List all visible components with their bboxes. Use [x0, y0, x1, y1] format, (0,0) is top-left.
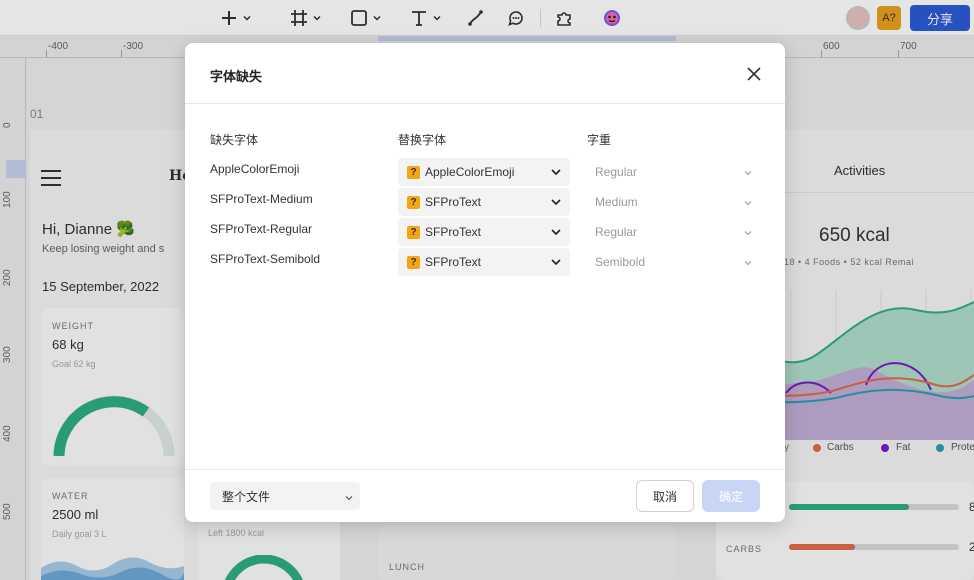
chevron-down-icon [550, 196, 562, 211]
replacement-font-select[interactable]: ? SFProText [398, 218, 570, 246]
font-weight-select[interactable]: Semibold [587, 248, 759, 276]
replacement-font-select[interactable]: ? AppleColorEmoji [398, 158, 570, 186]
chevron-down-icon [344, 492, 354, 506]
missing-font-name: SFProText-Semibold [210, 252, 321, 266]
replacement-font-select[interactable]: ? SFProText [398, 248, 570, 276]
replacement-font-value: SFProText [425, 255, 482, 269]
dialog-title: 字体缺失 [210, 70, 263, 85]
column-header-weight: 字重 [587, 133, 612, 147]
font-weight-value: Regular [595, 165, 638, 179]
chevron-down-icon [743, 167, 753, 181]
scope-select[interactable]: 整个文件 [210, 482, 360, 510]
missing-font-warning-icon: ? [407, 195, 420, 209]
missing-fonts-dialog: 字体缺失 缺失字体 替换字体 字重 AppleColorEmoji ? Appl… [185, 43, 785, 522]
header-divider [185, 103, 785, 104]
missing-font-warning-icon: ? [407, 225, 420, 239]
chevron-down-icon [550, 256, 562, 271]
font-weight-select[interactable]: Regular [587, 158, 759, 186]
column-header-missing: 缺失字体 [210, 133, 259, 147]
chevron-down-icon [743, 227, 753, 241]
replacement-font-value: SFProText [425, 195, 482, 209]
replacement-font-value: SFProText [425, 225, 482, 239]
chevron-down-icon [550, 166, 562, 181]
font-weight-select[interactable]: Medium [587, 188, 759, 216]
footer-divider [185, 469, 785, 470]
missing-font-name: AppleColorEmoji [210, 162, 300, 176]
missing-font-name: SFProText-Regular [210, 222, 313, 236]
replacement-font-value: AppleColorEmoji [425, 165, 515, 179]
font-weight-value: Regular [595, 225, 638, 239]
font-weight-value: Semibold [595, 255, 646, 269]
chevron-down-icon [743, 257, 753, 271]
confirm-button[interactable]: 确定 [702, 480, 760, 512]
close-button[interactable] [746, 66, 762, 82]
chevron-down-icon [550, 226, 562, 241]
font-weight-select[interactable]: Regular [587, 218, 759, 246]
column-header-replacement: 替换字体 [398, 133, 447, 147]
chevron-down-icon [743, 197, 753, 211]
replacement-font-select[interactable]: ? SFProText [398, 188, 570, 216]
missing-font-warning-icon: ? [407, 165, 420, 179]
font-weight-value: Medium [595, 195, 638, 209]
close-icon [746, 67, 762, 86]
missing-font-name: SFProText-Medium [210, 192, 313, 206]
cancel-button[interactable]: 取消 [636, 480, 694, 512]
missing-font-warning-icon: ? [407, 255, 420, 269]
scope-value: 整个文件 [222, 489, 271, 504]
